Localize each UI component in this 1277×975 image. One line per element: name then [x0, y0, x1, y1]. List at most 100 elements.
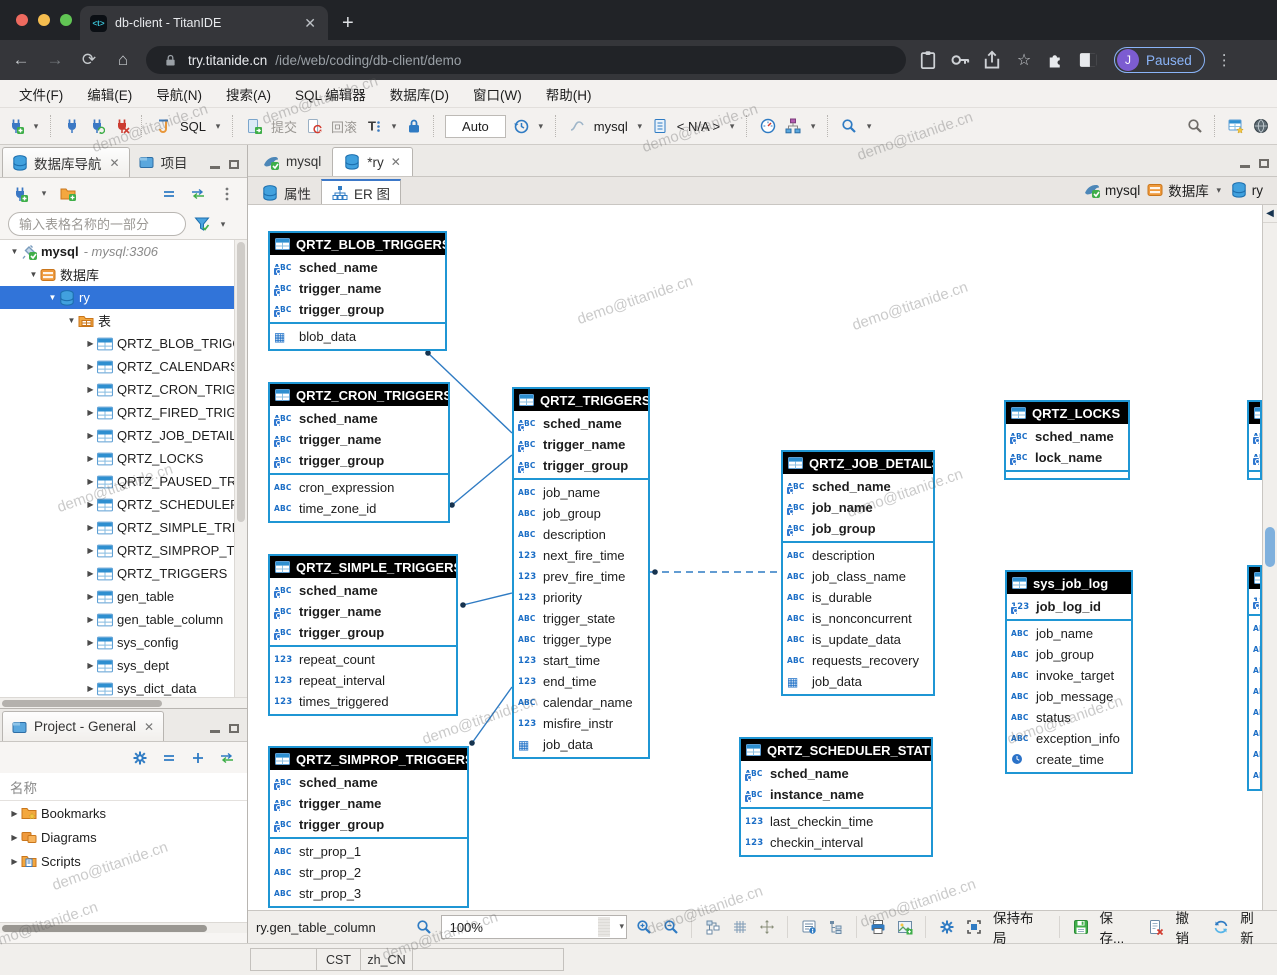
filter-dropdown-icon[interactable]: ▾ — [218, 219, 228, 230]
er-column-exception_info[interactable]: ABCexception_info — [1007, 728, 1131, 749]
navigator-hscrollbar[interactable] — [0, 697, 247, 708]
er-entity-partial[interactable]: ABCABC — [1247, 400, 1262, 480]
tree-item-sys_config[interactable]: ▶sys_config — [0, 631, 247, 654]
er-column-str_prop_2[interactable]: ABCstr_prop_2 — [270, 862, 467, 883]
collapse-button[interactable] — [159, 746, 179, 770]
dropdown-chevron-icon[interactable]: ▾ — [213, 121, 223, 132]
expand-arrow-icon[interactable]: ▶ — [8, 857, 21, 866]
er-column-job_log_id[interactable]: 123job_log_id — [1007, 596, 1131, 617]
menu-item-5[interactable]: 数据库(D) — [379, 81, 460, 107]
plug-new-button[interactable] — [6, 114, 26, 138]
zoom-level-select[interactable]: 100%▾ — [441, 915, 627, 939]
er-column-calendar_name[interactable]: ABCcalendar_name — [514, 692, 648, 713]
er-column-job_name[interactable]: ABCjob_name — [783, 497, 933, 518]
diagram-toolbar-label[interactable]: 保持布局 — [991, 907, 1049, 947]
er-column-sched_name[interactable]: ABCsched_name — [1006, 426, 1128, 447]
extensions-puzzle-icon[interactable] — [1046, 50, 1066, 70]
diagram-search-input[interactable]: ry.gen_table_column — [256, 920, 407, 935]
outline-button[interactable] — [826, 915, 846, 939]
er-column-lock_name[interactable]: ABClock_name — [1006, 447, 1128, 468]
er-column-trigger_type[interactable]: ABCtrigger_type — [514, 629, 648, 650]
mag-gray-button[interactable] — [1185, 114, 1205, 138]
er-column-trigger_name[interactable]: ABCtrigger_name — [270, 278, 445, 299]
er-column-misfire_instr[interactable]: 123misfire_instr — [514, 713, 648, 734]
diagram-toolbar-label[interactable]: 刷新 — [1238, 907, 1269, 947]
er-column[interactable]: ABC — [1249, 447, 1260, 468]
er-column[interactable]: 123 — [1249, 591, 1260, 612]
er-column-job_message[interactable]: ABCjob_message — [1007, 686, 1131, 707]
tablenew-button[interactable] — [1226, 114, 1246, 138]
txnfilter-button[interactable]: T — [364, 114, 384, 138]
tree-item-sys_dept[interactable]: ▶sys_dept — [0, 654, 247, 677]
er-column-times_triggered[interactable]: 123times_triggered — [270, 691, 456, 712]
er-column-trigger_group[interactable]: ABCtrigger_group — [270, 622, 456, 643]
side-panel-icon[interactable] — [1078, 50, 1098, 70]
docx-button[interactable] — [1146, 915, 1166, 939]
linksync-button[interactable] — [188, 182, 208, 206]
tree-item-QRTZ_SCHEDULER_STATE[interactable]: ▶QRTZ_SCHEDULER_STATE — [0, 493, 247, 516]
expand-arrow-icon[interactable]: ▶ — [84, 408, 97, 417]
tree-item-数据库[interactable]: ▼数据库 — [0, 263, 247, 286]
er-column[interactable]: ABC — [1249, 765, 1260, 786]
er-column-description[interactable]: ABCdescription — [783, 545, 933, 566]
er-entity-header[interactable] — [1249, 567, 1260, 589]
er-column-start_time[interactable]: 123start_time — [514, 650, 648, 671]
close-icon[interactable]: ✕ — [144, 720, 154, 734]
move-button[interactable] — [757, 915, 777, 939]
globe-button[interactable] — [1251, 114, 1271, 138]
er-column-sched_name[interactable]: ABCsched_name — [741, 763, 931, 784]
tree-item-QRTZ_SIMPROP_TRIGGERS[interactable]: ▶QRTZ_SIMPROP_TRIGGERS — [0, 539, 247, 562]
address-bar[interactable]: try.titanide.cn/ide/web/coding/db-client… — [146, 46, 906, 74]
password-key-icon[interactable] — [950, 50, 970, 70]
zoomout-button[interactable] — [661, 915, 681, 939]
diagram-toolbar-label[interactable]: 撤销 — [1173, 907, 1204, 947]
er-column-checkin_interval[interactable]: 123checkin_interval — [741, 832, 931, 853]
palette-collapse-icon[interactable]: ◀ — [1263, 205, 1277, 223]
er-column-is_nonconcurrent[interactable]: ABCis_nonconcurrent — [783, 608, 933, 629]
dots-button[interactable] — [217, 182, 237, 206]
breadcrumb-item-数据库[interactable]: 数据库▾ — [1147, 180, 1224, 200]
expand-arrow-icon[interactable]: ▶ — [84, 477, 97, 486]
er-column[interactable]: ABC — [1249, 618, 1260, 639]
gear-button[interactable] — [937, 915, 957, 939]
er-column-str_prop_1[interactable]: ABCstr_prop_1 — [270, 841, 467, 862]
project-item-Bookmarks[interactable]: ▶Bookmarks — [0, 801, 247, 825]
er-diagram-canvas[interactable]: QRTZ_BLOB_TRIGGERSABCsched_nameABCtrigge… — [248, 205, 1262, 910]
er-column-job_name[interactable]: ABCjob_name — [1007, 623, 1131, 644]
er-entity-header[interactable]: QRTZ_SCHEDULER_STATE — [741, 739, 931, 761]
expand-arrow-icon[interactable]: ▶ — [84, 454, 97, 463]
er-column-trigger_name[interactable]: ABCtrigger_name — [514, 434, 648, 455]
back-icon[interactable]: ← — [10, 50, 32, 70]
er-entity-QRTZ_LOCKS[interactable]: QRTZ_LOCKSABCsched_nameABClock_name — [1004, 400, 1130, 480]
tree-item-QRTZ_CRON_TRIGGERS[interactable]: ▶QRTZ_CRON_TRIGGERS — [0, 378, 247, 401]
er-column-priority[interactable]: 123priority — [514, 587, 648, 608]
collapse-arrow-icon[interactable]: ▼ — [8, 247, 21, 256]
dropdown-chevron-icon[interactable]: ▾ — [635, 121, 645, 132]
er-column-is_update_data[interactable]: ABCis_update_data — [783, 629, 933, 650]
tree-item-ry[interactable]: ▼ry — [0, 286, 247, 309]
vscrollbar-thumb[interactable] — [1265, 527, 1275, 567]
reload-icon[interactable]: ⟳ — [78, 50, 100, 70]
menu-item-2[interactable]: 导航(N) — [145, 81, 213, 107]
plus-button[interactable] — [188, 746, 208, 770]
menu-item-3[interactable]: 搜索(A) — [215, 81, 282, 107]
tree-item-QRTZ_JOB_DETAILS[interactable]: ▶QRTZ_JOB_DETAILS — [0, 424, 247, 447]
er-column-last_checkin_time[interactable]: 123last_checkin_time — [741, 811, 931, 832]
foldernew-button[interactable] — [58, 182, 78, 206]
project-item-Diagrams[interactable]: ▶Diagrams — [0, 825, 247, 849]
er-column-sched_name[interactable]: ABCsched_name — [270, 408, 448, 429]
print-button[interactable] — [868, 915, 888, 939]
dropdown-chevron-icon[interactable]: ▾ — [727, 121, 737, 132]
tree-item-QRTZ_LOCKS[interactable]: ▶QRTZ_LOCKS — [0, 447, 247, 470]
er-column-end_time[interactable]: 123end_time — [514, 671, 648, 692]
er-column-time_zone_id[interactable]: ABCtime_zone_id — [270, 498, 448, 519]
window-minimize-button[interactable] — [38, 14, 50, 26]
er-entity-header[interactable]: QRTZ_JOB_DETAILS — [783, 452, 933, 474]
project-hscrollbar[interactable] — [0, 922, 247, 933]
er-column-status[interactable]: ABCstatus — [1007, 707, 1131, 728]
canvas-vscrollbar[interactable]: ◀ — [1262, 205, 1277, 910]
filter-funnel-icon[interactable] — [194, 216, 210, 232]
collapse-button[interactable] — [159, 182, 179, 206]
expand-arrow-icon[interactable]: ▶ — [84, 546, 97, 555]
plug-sync-button[interactable] — [87, 114, 107, 138]
